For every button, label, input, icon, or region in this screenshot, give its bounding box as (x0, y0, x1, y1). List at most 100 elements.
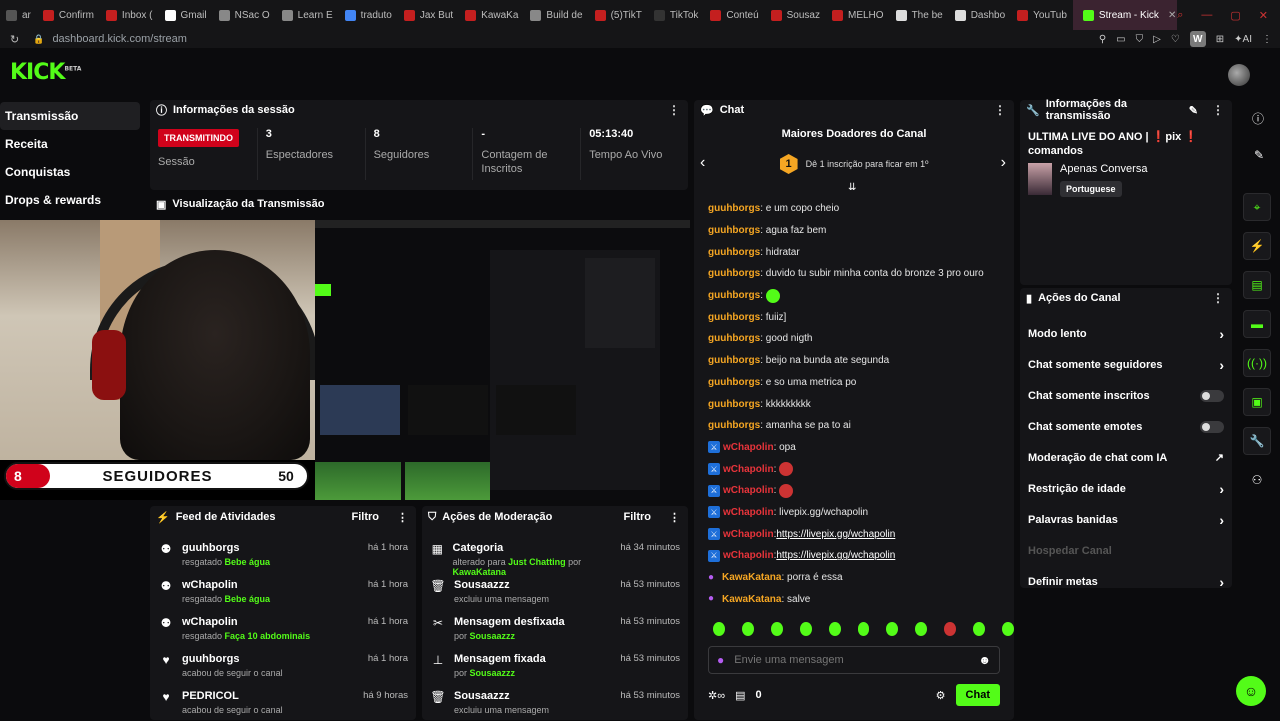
chat-message[interactable]: ● KawaKatana: salve (694, 588, 1014, 610)
cast-icon[interactable]: ▭ (1116, 34, 1125, 45)
users-icon[interactable]: ⚇ (1243, 466, 1271, 494)
chat-message[interactable]: guuhborgs: kkkkkkkkk (694, 393, 1014, 415)
emote-icon[interactable] (770, 622, 783, 636)
browser-tab[interactable]: MELHO (826, 0, 890, 30)
browser-tab[interactable]: Build de (524, 0, 588, 30)
chat-username[interactable]: guuhborgs (708, 333, 760, 344)
chat-message[interactable]: guuhborgs: duvido tu subir minha conta d… (694, 263, 1014, 285)
chevron-left-icon[interactable]: ‹ (700, 154, 705, 172)
chat-username[interactable]: guuhborgs (708, 355, 760, 366)
emote-icon[interactable] (828, 622, 841, 636)
chat-message[interactable]: ● KawaKatana: porra é essa (694, 567, 1014, 589)
browser-tab[interactable]: YouTub (1011, 0, 1073, 30)
emote-icon[interactable] (944, 622, 957, 636)
channel-action-item[interactable]: Chat somente seguidores › (1020, 349, 1232, 380)
infinite-points-icon[interactable]: ✲∞ (708, 689, 725, 702)
browser-tab[interactable]: Conteú (704, 0, 764, 30)
channel-action-item[interactable]: Chat somente emotes (1020, 411, 1232, 442)
toggle-switch[interactable] (1200, 420, 1224, 433)
chat-username[interactable]: KawaKatana (722, 572, 781, 583)
chat-bubble-icon[interactable]: ▬ (1243, 310, 1271, 338)
stream-preview[interactable] (0, 220, 690, 500)
channel-action-item[interactable]: Restrição de idade › (1020, 473, 1232, 504)
browser-tab[interactable]: TikTok (648, 0, 705, 30)
toggle-switch[interactable] (1200, 389, 1224, 402)
chat-username[interactable]: guuhborgs (708, 268, 760, 279)
emote-icon[interactable] (973, 622, 986, 636)
chat-username[interactable]: guuhborgs (708, 377, 760, 388)
channel-action-item[interactable]: Modo lento › (1020, 318, 1232, 349)
avatar[interactable] (1228, 64, 1250, 86)
lock-icon[interactable]: 🔒 (33, 34, 44, 45)
channel-actions-menu-icon[interactable]: ⋮ (1212, 291, 1224, 305)
chat-username[interactable]: wChapolin (723, 464, 774, 475)
chat-message[interactable]: ⚔ wChapolin: livepix.gg/wchapolin (694, 502, 1014, 524)
moderation-menu-icon[interactable]: ⋮ (669, 511, 680, 524)
browser-tab[interactable]: (5)TikT (589, 0, 648, 30)
pin-icon[interactable]: ⚲ (1099, 34, 1106, 45)
feed-filter-button[interactable]: Filtro (352, 511, 380, 523)
chat-username[interactable]: guuhborgs (708, 312, 760, 323)
profile-badge[interactable]: W (1189, 31, 1206, 47)
chat-message[interactable]: ⚔ wChapolin: https://livepix.gg/wchapolin (694, 545, 1014, 567)
channel-action-item[interactable]: Moderação de chat com IA ↗ (1020, 442, 1232, 473)
reload-icon[interactable]: ↻ (10, 33, 19, 46)
chat-message[interactable]: guuhborgs: e so uma metrica po (694, 372, 1014, 394)
browser-tab[interactable]: Gmail (159, 0, 213, 30)
browser-tab[interactable]: Learn E (276, 0, 339, 30)
maximize-icon[interactable]: ▢ (1230, 9, 1240, 22)
info-icon[interactable]: ⓘ (1252, 110, 1264, 127)
chat-message[interactable]: ⚔ wChapolin: (694, 458, 1014, 480)
help-button[interactable]: ☺ (1236, 676, 1266, 706)
sidebar-item-drops[interactable]: Drops & rewards (0, 186, 140, 214)
gear-icon[interactable]: ⚙ (936, 689, 946, 702)
emote-icon[interactable] (741, 622, 754, 636)
edit-icon[interactable]: ✎ (1189, 104, 1198, 117)
chat-message[interactable]: ⚔ wChapolin: opa (694, 437, 1014, 459)
minimize-icon[interactable]: — (1201, 9, 1212, 21)
browser-tab[interactable]: KawaKa (459, 0, 524, 30)
browser-tab[interactable]: Inbox ( (100, 0, 159, 30)
bolt-icon[interactable]: ⚡ (1243, 232, 1271, 260)
ai-icon[interactable]: ✦AI (1234, 34, 1252, 45)
feed-user[interactable]: wChapolin (182, 579, 270, 591)
menu-icon[interactable]: ⋮ (1262, 34, 1272, 45)
kick-logo[interactable]: KICKBETA (10, 60, 81, 85)
emote-icon[interactable] (886, 622, 899, 636)
play-icon[interactable]: ▷ (1153, 34, 1161, 45)
chat-input[interactable] (734, 654, 969, 666)
browser-tab[interactable]: Sousaz (765, 0, 826, 30)
channel-action-item[interactable]: Definir metas › (1020, 566, 1232, 597)
session-menu-icon[interactable]: ⋮ (668, 103, 680, 117)
chat-username[interactable]: wChapolin (723, 529, 774, 540)
browser-tab[interactable]: Confirm (37, 0, 100, 30)
chat-username[interactable]: wChapolin (723, 550, 774, 561)
gift-icon[interactable]: ▤ (735, 689, 745, 702)
pencil-icon[interactable]: ✎ (1254, 148, 1264, 162)
chat-message[interactable]: ⚔ wChapolin: (694, 480, 1014, 502)
broadcast-icon[interactable]: ((·)) (1243, 349, 1271, 377)
browser-tab[interactable]: traduto (339, 0, 398, 30)
chat-message[interactable]: ⚔ wChapolin: https://livepix.gg/wchapolin (694, 523, 1014, 545)
chat-message[interactable]: guuhborgs: fuiiz] (694, 306, 1014, 328)
pin-down-icon[interactable]: ⇊ (848, 182, 856, 193)
moderation-filter-button[interactable]: Filtro (624, 511, 652, 523)
layout-icon[interactable]: ▣ (1243, 388, 1271, 416)
sidebar-item-receita[interactable]: Receita (0, 130, 140, 158)
emote-icon[interactable] (799, 622, 812, 636)
chat-username[interactable]: KawaKatana (722, 594, 781, 605)
feed-user[interactable]: wChapolin (182, 616, 310, 628)
chat-message[interactable]: guuhborgs: (694, 285, 1014, 307)
extensions-icon[interactable]: ⊞ (1216, 34, 1224, 45)
shield-icon[interactable]: ⛉ (1136, 34, 1144, 45)
wrench-icon[interactable]: 🔧 (1243, 427, 1271, 455)
channel-action-item[interactable]: Palavras banidas › (1020, 504, 1232, 535)
url-field[interactable]: dashboard.kick.com/stream (52, 33, 187, 45)
chat-message[interactable]: guuhborgs: good nigth (694, 328, 1014, 350)
close-tab-icon[interactable]: ✕ (1168, 10, 1176, 21)
browser-tab[interactable]: NSac O (213, 0, 276, 30)
emoji-icon[interactable]: ☻ (978, 653, 991, 667)
chat-username[interactable]: guuhborgs (708, 203, 760, 214)
heart-icon[interactable]: ♡ (1171, 34, 1180, 45)
stream-icon[interactable]: ⌖ (1243, 193, 1271, 221)
